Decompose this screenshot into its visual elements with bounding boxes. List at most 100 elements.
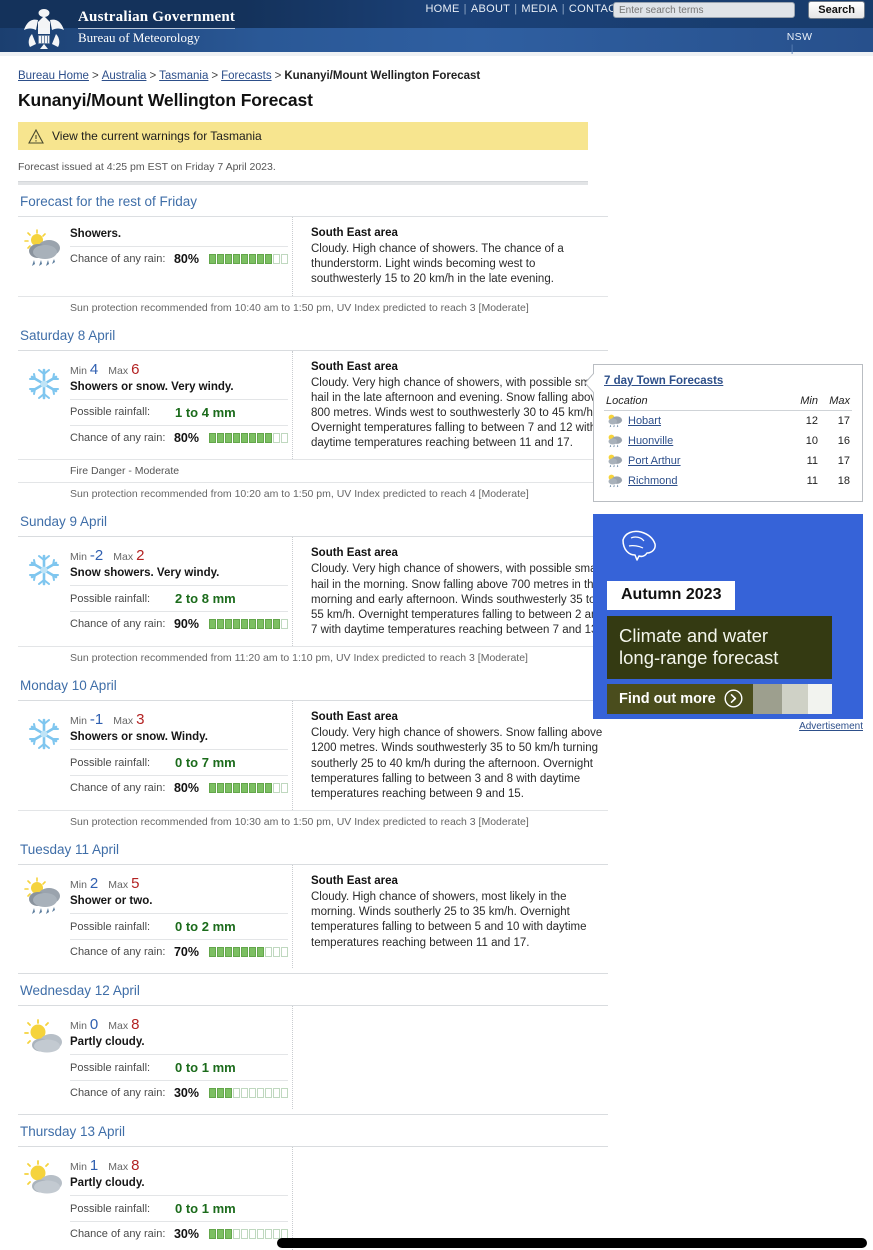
min-label: Min [70, 879, 87, 892]
chance-bar-segment [233, 947, 240, 958]
rainfall-value: 0 to 1 mm [175, 1060, 236, 1076]
max-label: Max [108, 1020, 129, 1033]
chance-bar-segment [265, 947, 272, 958]
forecast-summary: Showers. Chance of any rain: 80% [18, 217, 288, 296]
search-input[interactable] [613, 2, 795, 18]
uv-advice: Sun protection recommended from 10:40 am… [18, 295, 608, 319]
town-forecasts-link[interactable]: 7 day Town Forecasts [604, 375, 723, 387]
chance-bar-segment [281, 1088, 288, 1099]
chance-bar-segment [257, 432, 264, 443]
chance-bar-segment [257, 947, 264, 958]
forecast-detail: South East area Cloudy. Very high chance… [292, 350, 608, 460]
area-heading: South East area [311, 547, 398, 560]
ad-swatch [782, 684, 808, 714]
table-row[interactable]: Huonville 10 16 [604, 431, 852, 451]
chance-bar-segment [225, 1088, 232, 1099]
chance-bar-segment [217, 783, 224, 794]
breadcrumb-australia[interactable]: Australia [102, 70, 147, 82]
min-value: -1 [89, 711, 104, 729]
chance-of-rain-row: Chance of any rain: 90% [70, 611, 288, 636]
warning-banner[interactable]: View the current warnings for Tasmania [18, 122, 588, 150]
table-row[interactable]: Richmond 11 18 [604, 471, 852, 491]
area-heading: South East area [311, 875, 398, 888]
chance-label: Chance of any rain: [70, 253, 166, 265]
issued-timestamp: Forecast issued at 4:25 pm EST on Friday… [18, 161, 276, 173]
min-label: Min [70, 1161, 87, 1174]
ad-swatch [808, 684, 832, 714]
site-branding[interactable]: Australian Government Bureau of Meteorol… [18, 4, 236, 50]
chance-bar-segment [257, 254, 264, 264]
nav-home[interactable]: HOME [425, 3, 459, 15]
chance-of-rain-row: Chance of any rain: 30% [70, 1080, 288, 1105]
min-value: 4 [89, 360, 99, 378]
summary-body: Showers. Chance of any rain: 80% [70, 227, 288, 271]
uv-advice: Sun protection recommended from 10:30 am… [18, 810, 608, 833]
chance-bar-segment [241, 254, 248, 264]
state-nav-vic[interactable]: VIC [781, 55, 812, 56]
breadcrumb-tasmania[interactable]: Tasmania [159, 70, 208, 82]
chance-bar [209, 783, 288, 794]
chance-bar-segment [217, 1229, 224, 1240]
fire-danger: Fire Danger - Moderate [18, 459, 608, 482]
snowflake-icon [29, 718, 59, 750]
horizontal-scrollbar[interactable] [277, 1238, 867, 1248]
nav-about[interactable]: ABOUT [471, 3, 510, 15]
precis-text: Shower or two. [70, 895, 153, 908]
forecast-row-tuesday: Min 2 Max 5 Shower or two. Possible rainfal… [18, 865, 608, 969]
search-button[interactable]: Search [808, 1, 865, 19]
chance-bar-segment [225, 783, 232, 794]
town-link-huonville[interactable]: Huonville [628, 435, 673, 447]
column-location: Location [604, 393, 788, 411]
chance-bar-segment [241, 947, 248, 958]
chance-bar-segment [209, 432, 216, 443]
page-body: Bureau Home > Australia > Tasmania > Forecasts… [0, 56, 873, 1250]
nav-media[interactable]: MEDIA [521, 3, 557, 15]
forecast-summary: Min 0 Max 8 Partly cloudy. Possible rainfal… [18, 1006, 288, 1109]
temperature-range: Min 2 Max 5 [70, 875, 288, 892]
town-forecasts-card: 7 day Town Forecasts Location Min Max Ho… [585, 364, 863, 502]
chance-bar [209, 432, 288, 443]
chance-bar-segment [233, 1229, 240, 1240]
forecast-summary: Min -1 Max 3 Showers or snow. Windy. Possib… [18, 701, 288, 810]
state-nav-nsw[interactable]: NSW [781, 31, 819, 43]
town-link-richmond[interactable]: Richmond [628, 475, 678, 487]
breadcrumb-forecasts[interactable]: Forecasts [221, 70, 272, 82]
chance-bar [209, 1088, 288, 1099]
chance-bar-segment [249, 947, 256, 958]
chance-bar-segment [241, 619, 248, 630]
forecast-summary: Min 1 Max 8 Partly cloudy. Possible rainfal… [18, 1147, 288, 1250]
chance-bar-segment [233, 432, 240, 443]
max-label: Max [108, 879, 129, 892]
rainfall-value: 0 to 7 mm [175, 755, 236, 771]
rainfall-value: 0 to 2 mm [175, 919, 236, 935]
town-link-hobart[interactable]: Hobart [628, 415, 661, 427]
chance-bar-segment [257, 1088, 264, 1099]
table-row[interactable]: Hobart 12 17 [604, 411, 852, 432]
area-heading: South East area [311, 360, 398, 373]
forecast-summary: Min -2 Max 2 Snow showers. Very windy. Poss… [18, 537, 288, 646]
town-max: 17 [837, 415, 850, 427]
snowflake-icon [29, 555, 59, 586]
ad-cta-button[interactable]: Find out more [607, 684, 753, 714]
chance-bar-segment [241, 1088, 248, 1099]
chance-bar-segment [281, 432, 288, 443]
min-label: Min [70, 364, 87, 377]
chance-bar-segment [273, 254, 280, 264]
chance-bar-segment [265, 1088, 272, 1099]
rainfall-label: Possible rainfall: [70, 406, 151, 419]
top-nav: HOME | ABOUT | MEDIA | CONTACTS [425, 3, 631, 15]
town-link-port-arthur[interactable]: Port Arthur [628, 455, 681, 467]
precis-text: Showers. [70, 228, 122, 240]
rainfall-row: Possible rainfall: 0 to 1 mm [70, 1195, 288, 1221]
chance-bar-segment [249, 1229, 256, 1240]
min-label: Min [70, 551, 87, 564]
rainfall-row: Possible rainfall: 2 to 8 mm [70, 585, 288, 611]
table-row[interactable]: Port Arthur 11 17 [604, 451, 852, 471]
day-heading-monday: Monday 10 April [18, 669, 608, 702]
breadcrumb-bureau-home[interactable]: Bureau Home [18, 70, 89, 82]
state-nav: NSW|VIC|QLD|WA|SA|TAS|ACT|NT|AUSTRALIA|A… [781, 31, 863, 56]
min-label: Min [70, 715, 87, 728]
advertisement-banner[interactable]: Autumn 2023 Climate and water long-range… [593, 514, 863, 719]
chance-bar-segment [241, 432, 248, 443]
town-min: 10 [805, 435, 818, 447]
